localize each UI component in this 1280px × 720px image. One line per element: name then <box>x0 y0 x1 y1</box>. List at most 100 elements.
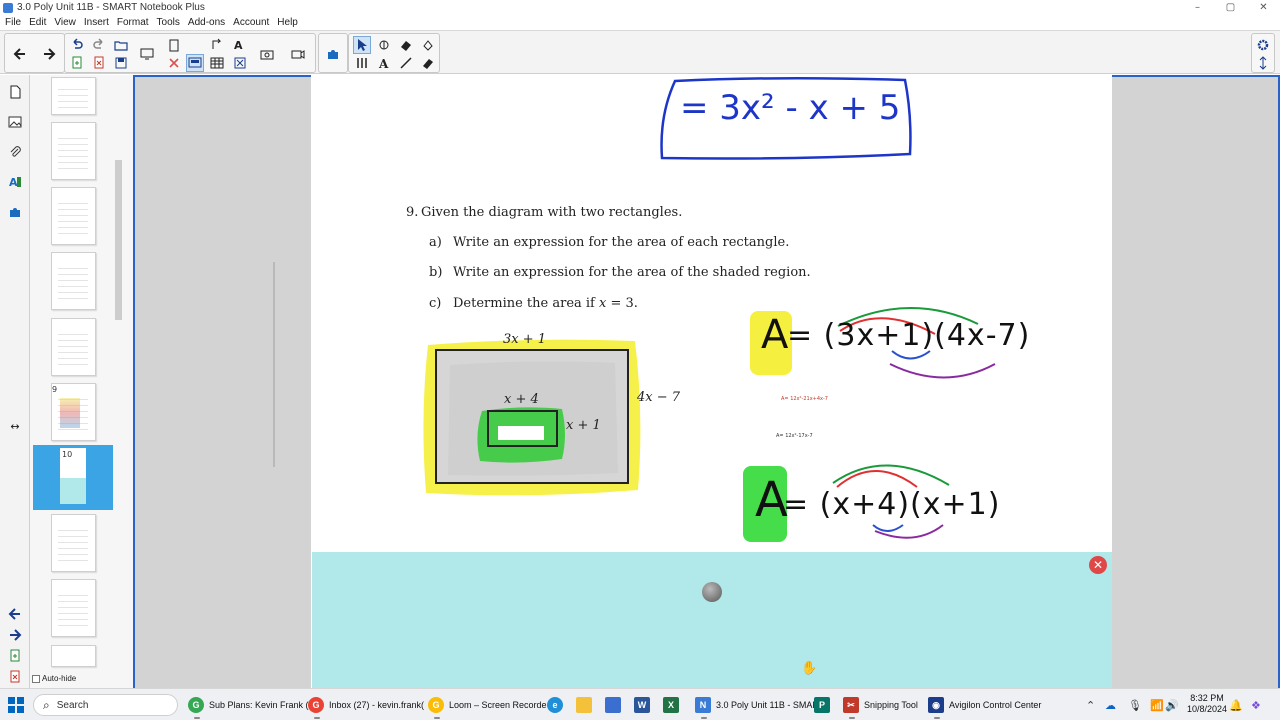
undo-button[interactable] <box>68 36 86 54</box>
delete-page-button[interactable] <box>90 54 108 72</box>
measurement-tool-button[interactable] <box>353 54 371 72</box>
file-explorer-button[interactable] <box>576 694 597 716</box>
taskbar-item-sub-plans[interactable]: G Sub Plans: Kevin Frank ( <box>188 694 309 719</box>
maximize-button[interactable]: ▢ <box>1214 0 1247 15</box>
start-button[interactable] <box>8 697 24 713</box>
puzzle-icon <box>328 50 338 59</box>
reset-icon <box>212 38 222 49</box>
text-button[interactable]: A <box>375 54 393 72</box>
select-tool-button[interactable] <box>353 36 371 54</box>
taskbar-item-avigilon[interactable]: ◉ Avigilon Control Center <box>928 694 1041 719</box>
page-thumbnail[interactable] <box>51 252 96 310</box>
save-button[interactable] <box>112 54 130 72</box>
screen-shade-handle[interactable] <box>702 582 722 602</box>
ruler-icon <box>357 58 367 68</box>
previous-page-button[interactable] <box>11 45 29 63</box>
copilot-button[interactable]: ❖ <box>1251 694 1261 716</box>
table-button[interactable] <box>208 54 226 72</box>
scrollbar-thumb[interactable] <box>115 160 122 320</box>
eraser-tool-button[interactable] <box>397 36 415 54</box>
excel-button[interactable]: X <box>663 694 684 716</box>
page-thumbnail[interactable] <box>51 383 96 441</box>
resize-sidebar-handle[interactable]: ↔ <box>6 417 24 435</box>
addons-tab[interactable] <box>6 203 24 221</box>
open-button[interactable] <box>112 36 130 54</box>
page-thumbnail[interactable] <box>51 122 96 180</box>
page-thumbnail[interactable] <box>51 645 96 667</box>
menu-view[interactable]: View <box>54 17 76 28</box>
close-button[interactable]: ✕ <box>1247 0 1280 15</box>
menu-format[interactable]: Format <box>117 17 149 28</box>
paste-button[interactable] <box>165 36 183 54</box>
pen-tool-button[interactable] <box>375 36 393 54</box>
onedrive-button[interactable]: ☁ <box>1105 694 1116 716</box>
store-button[interactable] <box>605 694 626 716</box>
page-sorter: 5 6 7 8 9 10 11 12 13 Auto-hide <box>30 75 133 688</box>
menu-account[interactable]: Account <box>233 17 269 28</box>
fit-page-button[interactable] <box>231 54 249 72</box>
document-camera-button[interactable] <box>289 45 307 63</box>
page-thumbnail-selected[interactable]: 10 <box>33 445 113 510</box>
menu-insert[interactable]: Insert <box>84 17 109 28</box>
redo-icon <box>93 38 103 49</box>
toolbar-move-button[interactable] <box>1254 54 1272 72</box>
gallery-tab[interactable] <box>6 113 24 131</box>
text-tool-button[interactable]: A <box>231 36 249 54</box>
screen-shade-close-button[interactable]: ✕ <box>1089 556 1107 574</box>
taskbar-clock[interactable]: 8:32 PM 10/8/2024 <box>1185 693 1229 715</box>
menu-addons[interactable]: Add-ons <box>188 17 225 28</box>
properties-tab[interactable]: A <box>6 173 24 191</box>
screen-shade-button[interactable] <box>186 54 204 72</box>
page-sorter-tab[interactable] <box>6 83 24 101</box>
taskbar-item-inbox[interactable]: G Inbox (27) - kevin.frank( <box>308 694 424 719</box>
sorter-scrollbar[interactable] <box>115 85 122 675</box>
notifications-button[interactable]: 🔔 <box>1229 694 1243 716</box>
auto-hide-label: Auto-hide <box>42 674 77 683</box>
edge-button[interactable]: e <box>547 694 568 716</box>
fill-tool-button[interactable] <box>419 36 437 54</box>
menu-tools[interactable]: Tools <box>157 17 180 28</box>
next-page-button[interactable] <box>40 45 58 63</box>
sorter-add-page-button[interactable] <box>6 647 24 665</box>
show-hidden-icons-button[interactable]: ⌃ <box>1086 694 1095 716</box>
taskbar-item-smart-notebook[interactable]: N 3.0 Poly Unit 11B - SMAF <box>695 694 818 719</box>
sorter-next-button[interactable] <box>6 626 24 644</box>
outer-side-label: 4𝑥 − 7 <box>637 390 681 405</box>
page-thumbnail[interactable] <box>51 187 96 245</box>
taskbar-search[interactable]: ⌕ Search <box>33 694 178 716</box>
word-button[interactable]: W <box>634 694 655 716</box>
delete-button[interactable] <box>165 54 183 72</box>
page-thumbnail[interactable] <box>51 77 96 115</box>
auto-hide-checkbox[interactable] <box>32 674 40 683</box>
taskbar-item-loom[interactable]: G Loom – Screen Recorde <box>428 694 547 719</box>
microphone-button[interactable]: 🎙 <box>1128 694 1142 716</box>
display-button[interactable] <box>138 45 156 63</box>
attachments-tab[interactable] <box>6 143 24 161</box>
minimize-button[interactable]: – <box>1181 0 1214 15</box>
page-thumbnail[interactable] <box>51 318 96 376</box>
line-tool-button[interactable] <box>397 54 415 72</box>
fill-icon <box>423 40 433 51</box>
camera-button[interactable] <box>258 45 276 63</box>
publisher-button[interactable]: P <box>814 694 835 716</box>
reset-page-button[interactable] <box>208 36 226 54</box>
page-thumbnail[interactable] <box>51 514 96 572</box>
magic-eraser-button[interactable] <box>419 54 437 72</box>
add-ons-button[interactable] <box>324 45 342 63</box>
settings-button[interactable] <box>1254 36 1272 54</box>
insert-page-button[interactable] <box>68 54 86 72</box>
taskbar-item-label: 3.0 Poly Unit 11B - SMAF <box>716 700 818 710</box>
sorter-delete-page-button[interactable] <box>6 668 24 686</box>
taskbar-item-snipping-tool[interactable]: ✂ Snipping Tool <box>843 694 918 719</box>
page-thumbnail[interactable] <box>51 579 96 637</box>
network-button[interactable]: 📶 <box>1150 694 1164 716</box>
menu-file[interactable]: File <box>5 17 21 28</box>
volume-button[interactable]: 🔊 <box>1165 694 1179 716</box>
screen-shade[interactable] <box>312 552 1112 688</box>
menu-edit[interactable]: Edit <box>29 17 46 28</box>
rectangles-diagram[interactable] <box>420 335 650 503</box>
menu-help[interactable]: Help <box>277 17 298 28</box>
auto-hide-toggle[interactable]: Auto-hide <box>32 674 76 683</box>
sorter-previous-button[interactable] <box>6 605 24 623</box>
redo-button[interactable] <box>90 36 108 54</box>
